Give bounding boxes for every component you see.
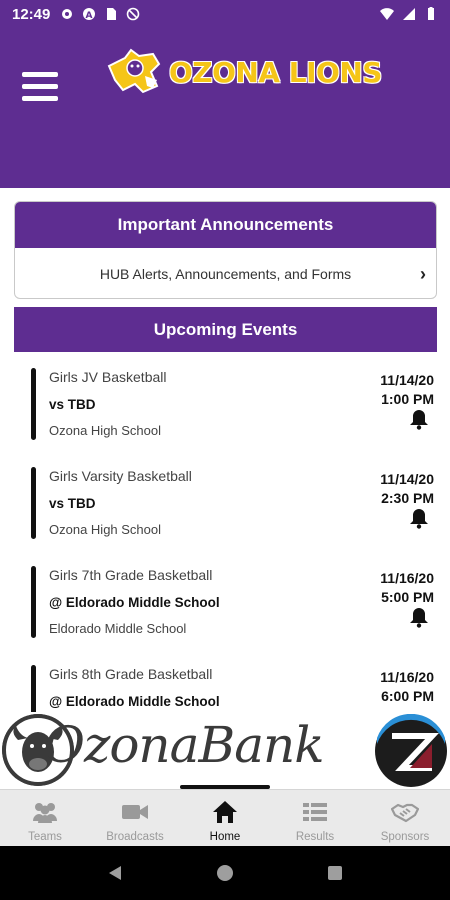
event-time: 5:00 PM [381, 589, 434, 605]
tab-broadcasts[interactable]: Broadcasts [90, 790, 180, 846]
event-accent-bar [31, 368, 36, 440]
events-list: Girls JV Basketball vs TBD Ozona High Sc… [0, 352, 450, 720]
event-item[interactable]: Girls 8th Grade Basketball @ Eldorado Mi… [0, 649, 450, 720]
event-opponent: vs TBD [49, 397, 96, 412]
gear-icon [62, 9, 73, 19]
app-header: OZONA LIONS [0, 28, 450, 188]
recents-icon[interactable] [326, 864, 344, 882]
bell-icon[interactable] [408, 507, 430, 529]
home-icon [213, 801, 237, 823]
sponsor-name: OzonaBank [44, 716, 325, 774]
bottom-tab-bar: Teams Broadcasts Home Results Sponsors [0, 789, 450, 846]
system-nav-bar [0, 846, 450, 900]
event-location: Ozona High School [49, 522, 162, 537]
z-logo-icon [375, 714, 447, 787]
event-time: 6:00 PM [381, 688, 434, 704]
no-tracking-icon [127, 7, 140, 21]
event-date: 11/14/20 [380, 471, 434, 487]
event-time: 1:00 PM [381, 391, 434, 407]
tab-label: Teams [28, 831, 62, 843]
chevron-right-icon: › [420, 264, 426, 284]
event-name: Girls 8th Grade Basketball [49, 666, 213, 682]
logo-text: OZONA LIONS [169, 55, 382, 89]
tab-sponsors[interactable]: Sponsors [360, 790, 450, 846]
list-icon [303, 803, 327, 821]
tab-label: Sponsors [380, 831, 430, 843]
tab-results[interactable]: Results [270, 790, 360, 846]
tab-home[interactable]: Home [180, 790, 270, 846]
battery-icon [428, 7, 434, 20]
wifi-icon [380, 8, 394, 20]
a-icon: A [83, 8, 96, 21]
lion-mascot-icon [107, 48, 161, 94]
signal-icon [403, 8, 415, 20]
event-date: 11/16/20 [380, 669, 434, 685]
events-title: Upcoming Events [14, 307, 437, 352]
announcements-card: Important Announcements HUB Alerts, Anno… [14, 201, 437, 299]
event-name: Girls Varsity Basketball [49, 468, 192, 484]
handshake-icon [391, 803, 419, 823]
hub-alerts-link[interactable]: HUB Alerts, Announcements, and Forms › [15, 248, 436, 298]
bell-icon[interactable] [408, 408, 430, 430]
status-time: 12:49 [12, 5, 51, 23]
event-time: 2:30 PM [381, 490, 434, 506]
event-opponent: @ Eldorado Middle School [49, 595, 220, 610]
hub-alerts-label: HUB Alerts, Announcements, and Forms [99, 266, 352, 282]
event-location: Ozona High School [49, 423, 162, 438]
tab-label: Broadcasts [106, 831, 164, 843]
school-logo: OZONA LIONS [105, 46, 382, 98]
event-name: Girls JV Basketball [49, 369, 167, 385]
home-circle-icon[interactable] [216, 864, 234, 882]
event-location: Eldorado Middle School [49, 621, 187, 636]
event-name: Girls 7th Grade Basketball [49, 567, 213, 583]
event-item[interactable]: Girls 7th Grade Basketball @ Eldorado Mi… [0, 550, 450, 640]
event-item[interactable]: Girls JV Basketball vs TBD Ozona High Sc… [0, 352, 450, 442]
announcements-title: Important Announcements [15, 202, 436, 248]
tab-label: Results [295, 831, 335, 843]
event-date: 11/14/20 [380, 372, 434, 388]
event-accent-bar [31, 467, 36, 539]
sponsor-banner[interactable]: OzonaBank [0, 712, 450, 788]
bell-icon[interactable] [408, 606, 430, 628]
event-date: 11/16/20 [380, 570, 434, 586]
back-icon[interactable] [106, 864, 124, 882]
event-opponent: vs TBD [49, 496, 96, 511]
video-camera-icon [122, 805, 148, 819]
event-opponent: @ Eldorado Middle School [49, 694, 220, 709]
event-item[interactable]: Girls Varsity Basketball vs TBD Ozona Hi… [0, 451, 450, 541]
tab-teams[interactable]: Teams [0, 790, 90, 846]
event-accent-bar [31, 566, 36, 638]
status-bar: 12:49 A [0, 0, 450, 28]
svg-text:A: A [86, 11, 93, 21]
tab-label: Home [209, 831, 241, 843]
hamburger-menu-icon[interactable] [22, 72, 58, 102]
teams-icon [33, 803, 57, 823]
sd-card-icon [107, 8, 117, 20]
